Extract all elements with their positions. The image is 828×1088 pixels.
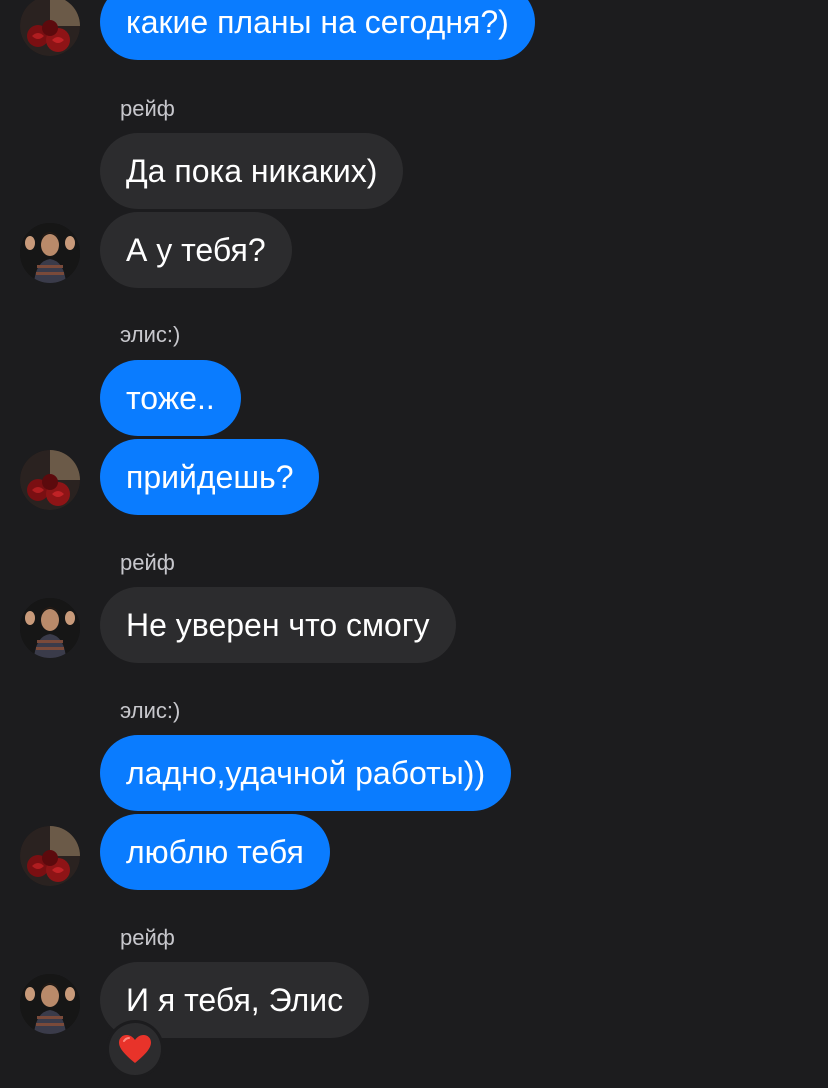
message-text: ладно,удачной работы)): [126, 754, 486, 791]
avatar-alice[interactable]: [20, 450, 80, 510]
message-text: прийдешь?: [126, 458, 294, 495]
sender-label: элис:): [120, 698, 181, 723]
message-bubble-outgoing[interactable]: прийдешь?: [100, 439, 320, 515]
avatar-reif[interactable]: [20, 223, 80, 283]
sender-label: рейф: [120, 925, 175, 950]
roses-avatar-icon: [20, 0, 80, 56]
message-bubble-incoming[interactable]: А у тебя?: [100, 212, 292, 288]
message-text: люблю тебя: [126, 833, 304, 870]
person-avatar-icon: [20, 598, 80, 658]
roses-avatar-icon: [20, 826, 80, 886]
message-bubble-incoming[interactable]: Да пока никаких): [100, 133, 404, 209]
person-avatar-icon: [20, 223, 80, 283]
message-text: Не уверен что смогу: [126, 606, 430, 643]
message-text: И я тебя, Элис: [126, 981, 344, 1018]
avatar-alice[interactable]: [20, 0, 80, 56]
avatar-reif[interactable]: [20, 598, 80, 658]
message-bubble-outgoing[interactable]: люблю тебя: [100, 814, 330, 890]
message-bubble-outgoing[interactable]: какие планы на сегодня?): [100, 0, 535, 60]
reaction-badge-inner: [109, 1023, 161, 1075]
message-bubble-incoming[interactable]: Не уверен что смогу: [100, 587, 456, 663]
reaction-badge[interactable]: [106, 1020, 164, 1078]
roses-avatar-icon: [20, 450, 80, 510]
message-bubble-outgoing[interactable]: ладно,удачной работы)): [100, 735, 512, 811]
sender-label: рейф: [120, 96, 175, 121]
message-text: А у тебя?: [126, 231, 266, 268]
avatar-reif[interactable]: [20, 974, 80, 1034]
message-text: тоже..: [126, 379, 215, 416]
heart-icon: [119, 1035, 151, 1063]
person-avatar-icon: [20, 974, 80, 1034]
message-text: какие планы на сегодня?): [126, 3, 509, 40]
avatar-alice[interactable]: [20, 826, 80, 886]
sender-label: рейф: [120, 550, 175, 575]
sender-label: элис:): [120, 322, 181, 347]
message-bubble-outgoing[interactable]: тоже..: [100, 360, 241, 436]
message-text: Да пока никаких): [126, 152, 378, 189]
